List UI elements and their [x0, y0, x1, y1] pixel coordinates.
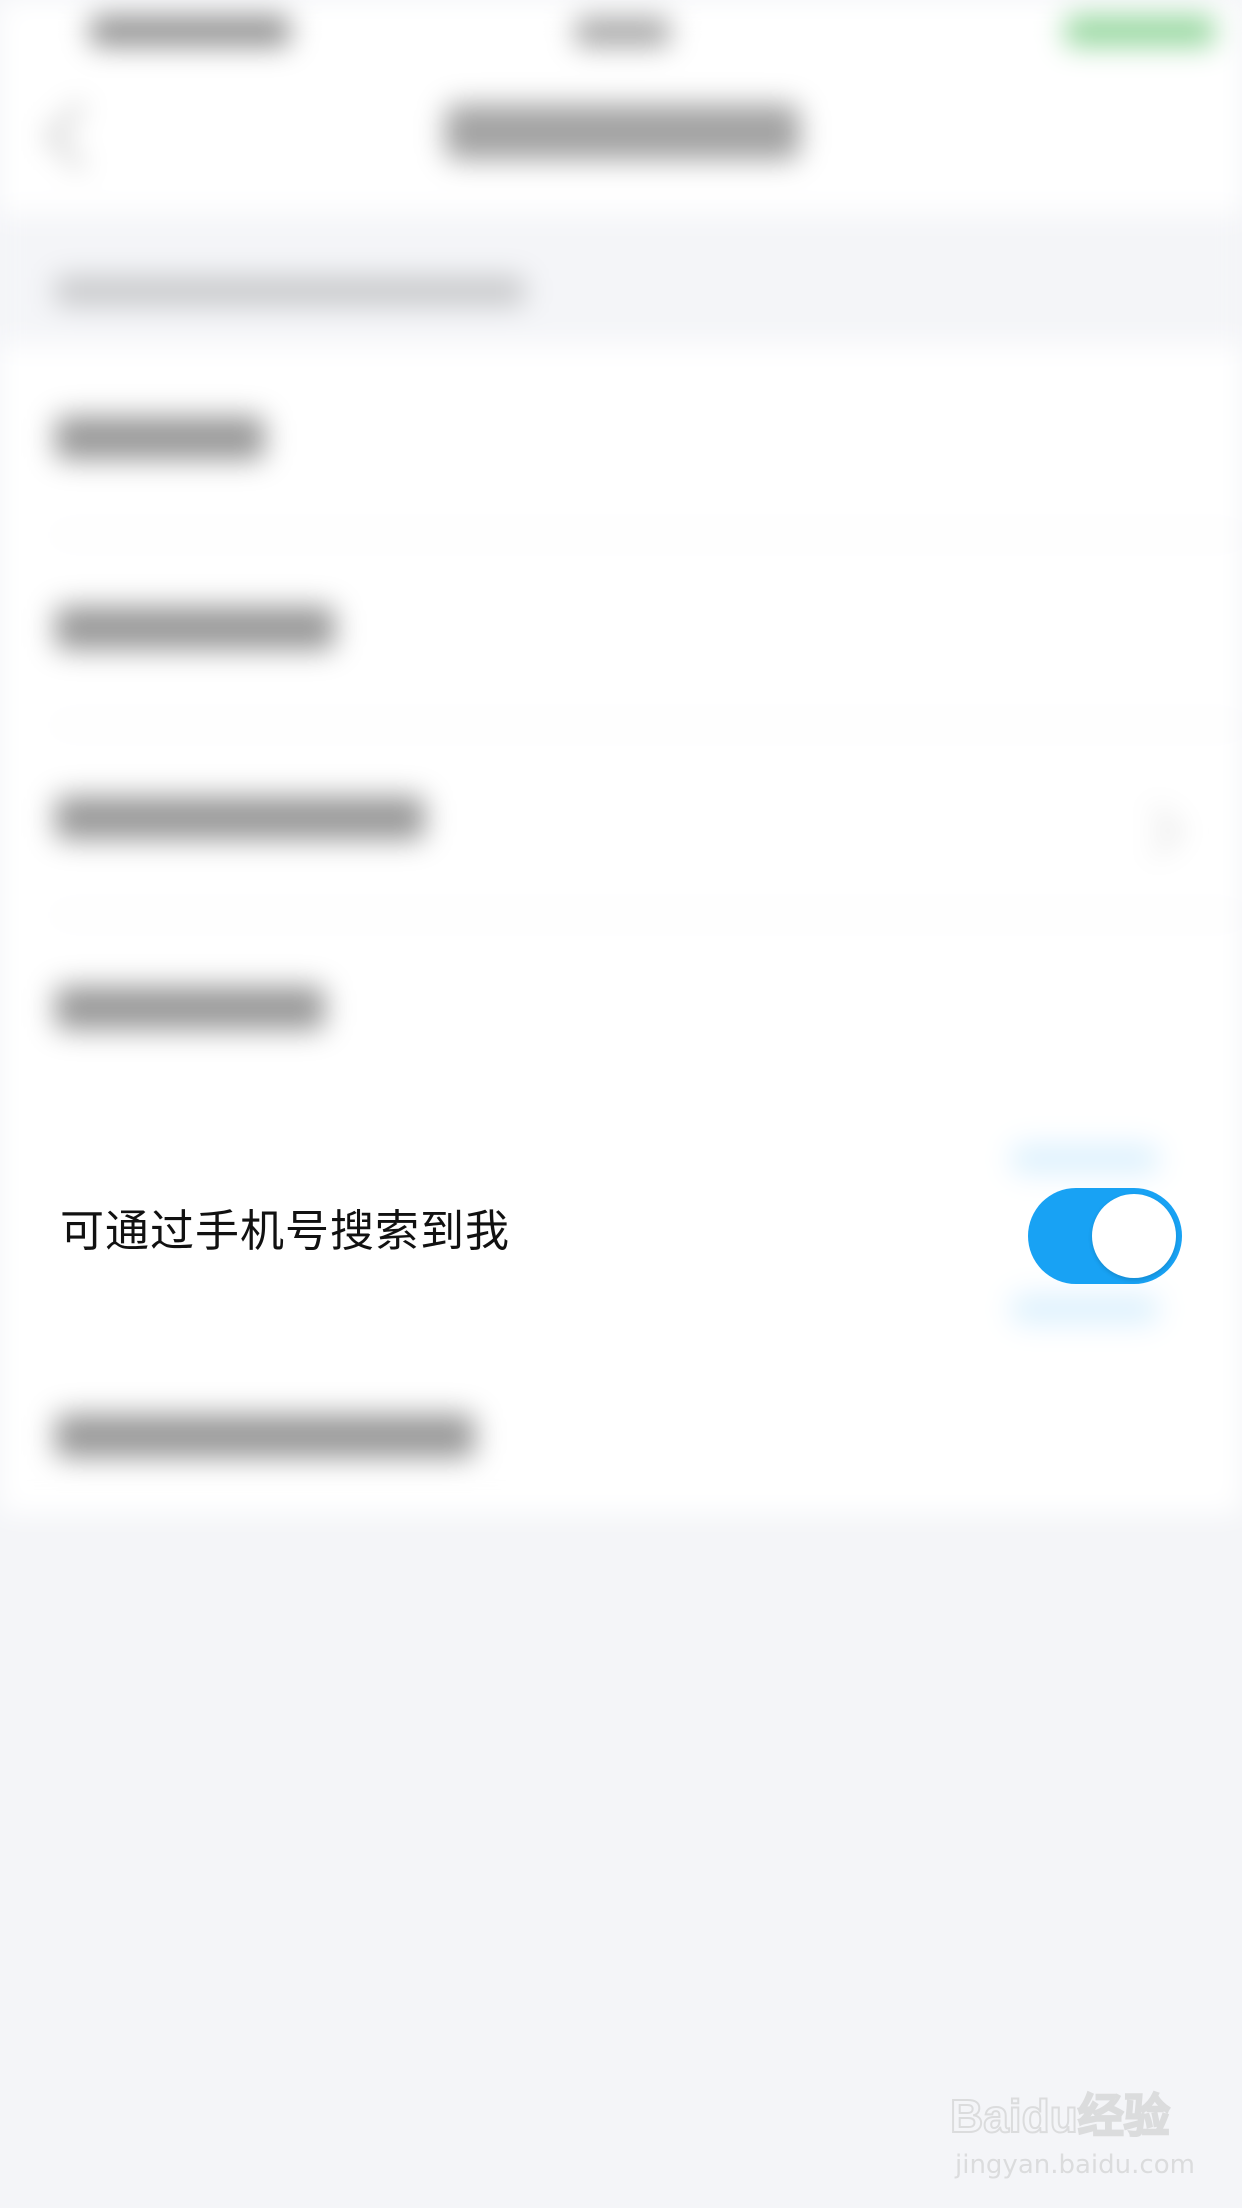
- section-header-text-blur: [55, 276, 525, 306]
- blurred-accent: [1010, 1294, 1160, 1324]
- settings-list: [0, 344, 1242, 1514]
- blurred-row-1[interactable]: [55, 416, 265, 460]
- divider: [55, 534, 1242, 536]
- status-bar: [0, 0, 1242, 64]
- section-header: [0, 214, 1242, 344]
- status-battery-blur: [1065, 16, 1215, 46]
- divider: [55, 914, 1242, 916]
- status-carrier-blur: [90, 16, 290, 46]
- blurred-row-3[interactable]: [55, 796, 425, 840]
- nav-bar: [0, 64, 1242, 214]
- blurred-background: [0, 0, 1242, 2208]
- blurred-row-4[interactable]: [55, 986, 325, 1030]
- status-time-blur: [575, 18, 670, 46]
- watermark-url: jingyan.baidu.com: [955, 2150, 1195, 2180]
- phone-search-row: 可通过手机号搜索到我: [0, 1170, 1242, 1295]
- phone-search-toggle[interactable]: [1028, 1188, 1182, 1284]
- blurred-row-6[interactable]: [55, 1414, 475, 1458]
- phone-search-label: 可通过手机号搜索到我: [60, 1206, 510, 1257]
- toggle-knob: [1092, 1194, 1176, 1278]
- chevron-right-icon: [1132, 806, 1182, 856]
- baidu-logo-icon: Baidu经验: [950, 2089, 1171, 2143]
- back-icon[interactable]: [45, 102, 113, 170]
- svg-text:Baidu经验: Baidu经验: [950, 2090, 1170, 2142]
- blurred-row-2[interactable]: [55, 606, 335, 650]
- baidu-jingyan-watermark: Baidu经验 jingyan.baidu.com: [950, 2080, 1210, 2180]
- divider: [55, 724, 1242, 726]
- page-title-blur: [445, 104, 800, 160]
